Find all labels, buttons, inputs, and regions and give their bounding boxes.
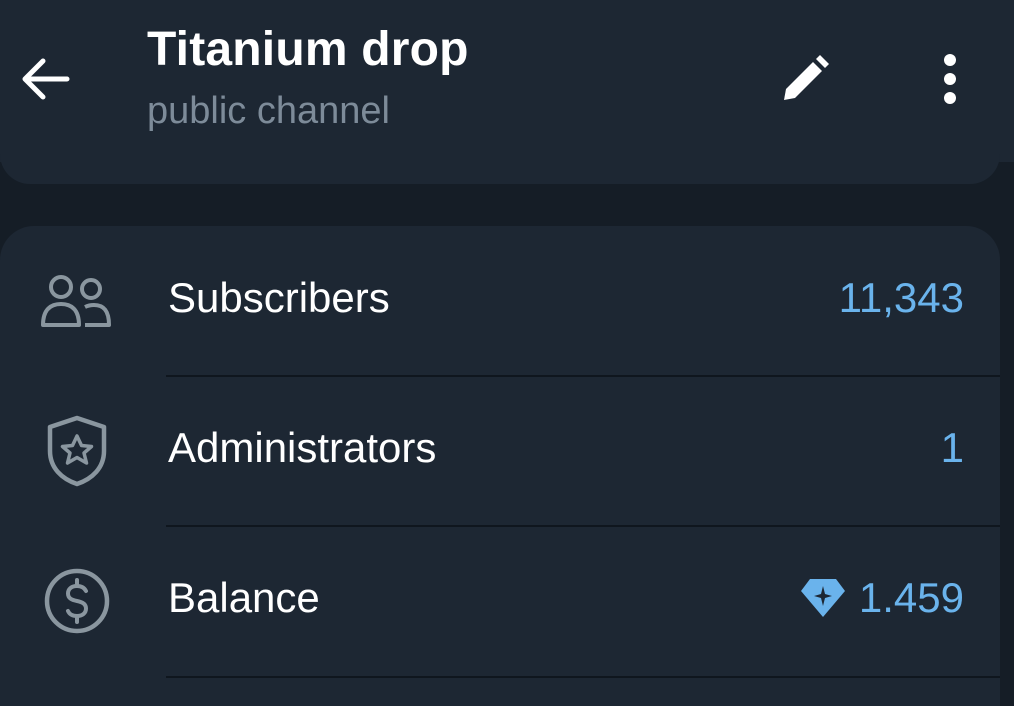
channel-title: Titanium drop — [147, 23, 469, 76]
more-menu-button[interactable] — [920, 48, 980, 110]
subscribers-count: 11,343 — [838, 274, 964, 321]
diamond-icon — [799, 577, 847, 619]
arrow-left-icon — [22, 58, 70, 100]
channel-info-card: Subscribers 11,343 Administrators 1 Bala… — [0, 226, 1000, 706]
channel-subtitle: public channel — [147, 90, 390, 132]
divider — [166, 676, 1000, 678]
pencil-icon — [784, 55, 829, 100]
subscribers-row[interactable]: Subscribers 11,343 — [0, 226, 1000, 376]
users-icon — [38, 268, 116, 334]
administrators-label: Administrators — [168, 424, 437, 471]
app-header: Titanium drop public channel — [0, 0, 1014, 162]
back-button[interactable] — [14, 48, 76, 110]
edit-button[interactable] — [770, 48, 840, 110]
more-vertical-icon — [944, 54, 956, 104]
administrators-count: 1 — [940, 424, 964, 471]
balance-row[interactable]: Balance 1.459 — [0, 526, 1000, 676]
shield-star-icon — [38, 415, 116, 487]
subscribers-label: Subscribers — [168, 274, 390, 321]
balance-amount: 1.459 — [799, 574, 964, 622]
balance-label: Balance — [168, 574, 320, 621]
administrators-row[interactable]: Administrators 1 — [0, 376, 1000, 526]
balance-value: 1.459 — [858, 574, 964, 621]
dollar-circle-icon — [38, 568, 116, 634]
profile-card-bottom — [0, 150, 1000, 184]
